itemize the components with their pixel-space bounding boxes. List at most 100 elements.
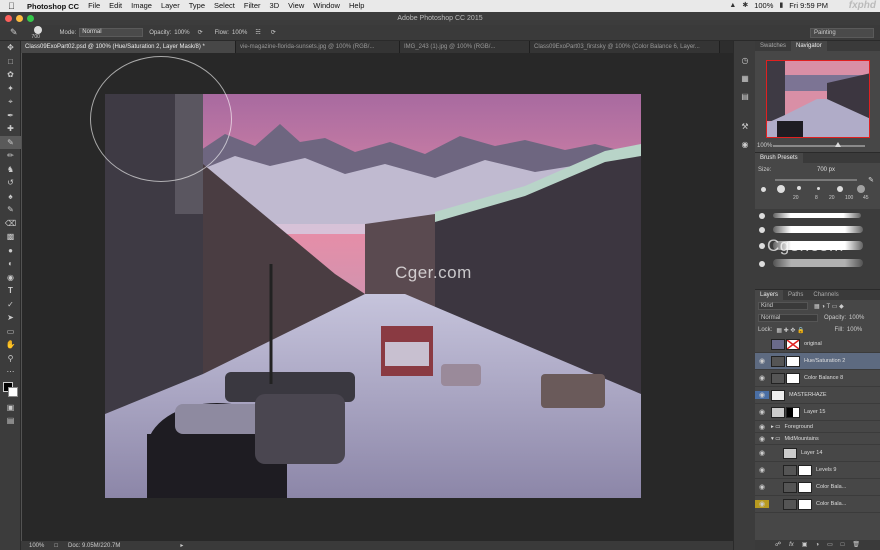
menu-edit[interactable]: Edit	[109, 0, 122, 12]
crop-tool-icon[interactable]: ⌖	[0, 95, 21, 109]
navigator-zoom-knob[interactable]	[835, 142, 841, 147]
zoom-tool-icon[interactable]: ⚲	[0, 352, 21, 366]
canvas-area[interactable]: Cger.com	[22, 53, 733, 541]
type-tool-icon[interactable]: T	[0, 284, 21, 298]
tab-img-243[interactable]: IMG_243 (1).jpg @ 100% (RGB/...	[400, 41, 530, 53]
menu-help[interactable]: Help	[349, 0, 364, 12]
fill-value[interactable]: 100%	[847, 327, 862, 333]
adjustment-icon[interactable]	[783, 481, 797, 493]
blur-tool-icon[interactable]: ●	[0, 244, 21, 258]
shape-tool-icon[interactable]: ▭	[0, 325, 21, 339]
navigator-zoom-slider[interactable]	[773, 142, 865, 147]
layer-row[interactable]: original	[755, 336, 880, 353]
new-group-icon[interactable]: ▭	[827, 540, 833, 550]
layer-row[interactable]: ◉ Color Balance 8	[755, 370, 880, 387]
lasso-tool-icon[interactable]: ✿	[0, 68, 21, 82]
clock[interactable]: Fri 9:59 PM	[789, 0, 828, 12]
pencil-tool-icon[interactable]: ✏	[0, 149, 21, 163]
opacity-value[interactable]: 100%	[174, 30, 189, 36]
lock-icons[interactable]: ▦ ✚ ✥ 🔒	[776, 327, 804, 334]
airbrush-icon[interactable]: ☵	[255, 29, 260, 36]
history-brush-tool-icon[interactable]: ↺	[0, 176, 21, 190]
blend-mode-select[interactable]: Normal	[758, 314, 818, 322]
layer-name[interactable]: Color Balance 8	[804, 375, 843, 381]
eraser-tool-icon[interactable]: ⌫	[0, 217, 21, 231]
burn-tool-icon[interactable]: ◉	[0, 271, 21, 285]
menu-window[interactable]: Window	[313, 0, 340, 12]
layer-name[interactable]: MidMountains	[785, 436, 819, 442]
eye-icon[interactable]: ◉	[755, 391, 769, 399]
menu-image[interactable]: Image	[131, 0, 152, 12]
layer-name[interactable]: Color Bala...	[816, 484, 846, 490]
layer-mask-thumbnail[interactable]	[786, 406, 800, 418]
layer-name[interactable]: Color Bala...	[816, 501, 846, 507]
layer-name[interactable]: original	[804, 341, 822, 347]
layer-row[interactable]: ◉ Color Bala...	[755, 479, 880, 496]
tab-vie-magazine[interactable]: vie-magazine-florida-sunsets.jpg @ 100% …	[236, 41, 400, 53]
navigator-view-box[interactable]	[766, 60, 870, 138]
pressure-opacity-icon[interactable]: ⟳	[198, 29, 203, 36]
layer-row[interactable]: ◉ ▸ ▭ Foreground	[755, 421, 880, 433]
delete-layer-icon[interactable]: 🗑	[852, 540, 860, 550]
layer-mask-thumbnail[interactable]	[786, 372, 800, 384]
brush-stroke-preview[interactable]	[773, 259, 863, 267]
battery-icon[interactable]: ▮	[779, 0, 783, 12]
eye-icon[interactable]: ◉	[755, 449, 769, 457]
menu-3d[interactable]: 3D	[270, 0, 280, 12]
move-tool-icon[interactable]: ✥	[0, 41, 21, 55]
layer-row[interactable]: ◉ Layer 14	[755, 445, 880, 462]
layer-row[interactable]: ◉ Hue/Saturation 2	[755, 353, 880, 370]
properties-panel-icon[interactable]: ▦	[734, 69, 756, 87]
brush-tip-icon[interactable]	[761, 187, 766, 192]
path-select-tool-icon[interactable]: ➤	[0, 311, 21, 325]
quick-select-tool-icon[interactable]: ✦	[0, 82, 21, 96]
dodge-tool-icon[interactable]: ◐	[0, 257, 21, 271]
brush-tip-icon[interactable]	[777, 185, 785, 193]
workspace-select[interactable]: Painting	[810, 28, 874, 38]
folder-icon[interactable]: ▸ ▭	[771, 424, 781, 430]
brush-tip-icon[interactable]	[797, 186, 801, 190]
layer-row[interactable]: ◉ Color Bala...	[755, 496, 880, 513]
pressure-size-icon[interactable]: ⟳	[271, 29, 276, 36]
screen-mode-icon[interactable]: ▤	[0, 414, 21, 428]
layer-row[interactable]: ◉ Levels 9	[755, 462, 880, 479]
tab-swatches[interactable]: Swatches	[755, 41, 791, 51]
battery-percent[interactable]: 100%	[754, 0, 773, 12]
menu-file[interactable]: File	[88, 0, 100, 12]
brush-preset-picker[interactable]: 700	[32, 25, 46, 40]
adjustments-panel-icon[interactable]: ▤	[734, 87, 756, 105]
brush-stroke-preview[interactable]	[773, 226, 863, 233]
brush-tip-icon[interactable]	[817, 187, 820, 190]
layer-thumbnail[interactable]	[771, 389, 785, 401]
layer-mask-thumbnail[interactable]	[798, 498, 812, 510]
folder-open-icon[interactable]: ▾ ▭	[771, 436, 781, 442]
navigator-zoom[interactable]: 100%	[757, 143, 772, 149]
brush-stroke-preview[interactable]	[773, 213, 861, 218]
eye-icon[interactable]: ◉	[755, 483, 769, 491]
tab-paths[interactable]: Paths	[783, 290, 808, 300]
brush-tool-icon[interactable]: ✎	[10, 27, 18, 38]
layer-name[interactable]: Layer 14	[801, 450, 822, 456]
clone-stamp-tool-icon[interactable]: ♞	[0, 163, 21, 177]
more-tools-icon[interactable]: ⋯	[0, 365, 21, 379]
hand-tool-icon[interactable]: ✋	[0, 338, 21, 352]
eye-icon[interactable]: ◉	[755, 500, 769, 508]
eye-icon[interactable]: ◉	[755, 408, 769, 416]
layer-thumbnail[interactable]	[771, 338, 785, 350]
layer-name[interactable]: Hue/Saturation 2	[804, 358, 845, 364]
filter-pixel-icon[interactable]: ▦ ◑ T ▭ ◆	[814, 303, 844, 310]
brush-size-slider[interactable]	[775, 179, 857, 181]
marquee-tool-icon[interactable]: □	[0, 55, 21, 69]
styles-panel-icon[interactable]: ◉	[734, 135, 756, 153]
eye-icon[interactable]: ◉	[755, 357, 769, 365]
layer-name[interactable]: Foreground	[785, 424, 813, 430]
export-icon[interactable]: □	[54, 543, 58, 549]
layer-thumbnail[interactable]	[783, 447, 797, 459]
layer-style-icon[interactable]: fx	[789, 540, 794, 550]
tab-class09exopart03[interactable]: Class09ExoPart03_firstsky @ 100% (Color …	[530, 41, 720, 53]
stamp-tool-icon[interactable]: ♠	[0, 190, 21, 204]
tab-channels[interactable]: Channels	[808, 290, 843, 300]
tab-brush-presets[interactable]: Brush Presets	[755, 153, 803, 163]
layer-row[interactable]: ◉ Layer 15	[755, 404, 880, 421]
eyedropper-tool-icon[interactable]: ✒	[0, 109, 21, 123]
